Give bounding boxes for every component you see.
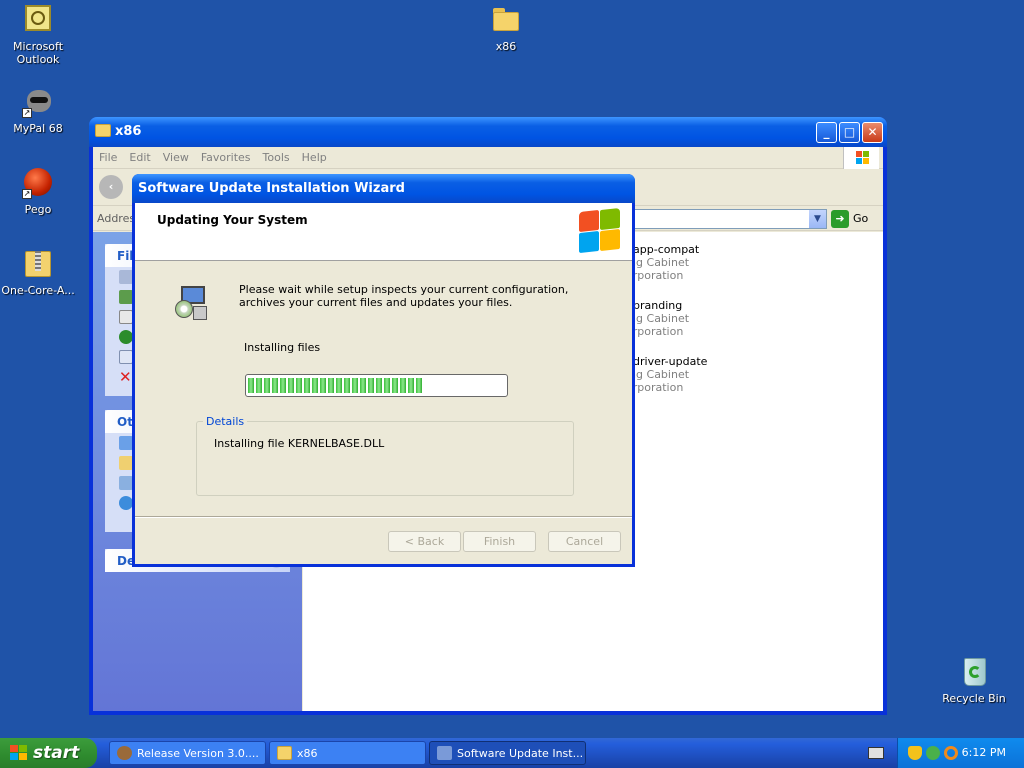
clock[interactable]: 6:12 PM [962,746,1006,759]
status-label: Installing files [244,341,321,354]
raccoon-icon [117,746,132,760]
raccoon-icon: ↗ [22,86,54,118]
desktop-icon-label: Pego [24,203,52,216]
desktop-icon-mypal[interactable]: ↗ MyPal 68 [0,86,78,135]
taskbar: start Release Version 3.0.... x86 Softwa… [0,738,1024,768]
taskbar-item-release[interactable]: Release Version 3.0.... [109,741,266,765]
file-name: i-app-compat [626,243,700,256]
file-type: ing Cabinet [626,256,690,269]
folder-icon [277,746,292,760]
desktop-icon-x86[interactable]: x86 [466,4,546,53]
keyboard-icon[interactable] [868,747,884,759]
pego-icon: ↗ [22,167,54,199]
windows-logo-icon [576,207,622,254]
file-company: orporation [626,325,684,338]
menu-help[interactable]: Help [296,147,333,164]
finish-button[interactable]: Finish [463,531,536,552]
setup-computer-icon [437,746,452,760]
file-name: i-branding [626,299,683,312]
wizard-description: Please wait while setup inspects your cu… [239,283,569,309]
taskbar-item-x86[interactable]: x86 [269,741,426,765]
list-item[interactable]: i-branding ing Cabinet orporation [626,299,689,338]
menu-favorites[interactable]: Favorites [195,147,257,164]
go-arrow-icon: ➜ [831,210,849,228]
chevron-down-icon[interactable]: ▼ [809,210,826,228]
wizard-heading: Updating Your System [157,213,308,227]
menu-view[interactable]: View [157,147,195,164]
wizard-titlebar[interactable]: Software Update Installation Wizard [132,174,635,203]
copy-icon [119,310,133,324]
network-icon [119,496,133,510]
minimize-button[interactable]: _ [816,122,837,143]
computer-icon [119,476,133,490]
move-icon [119,290,133,304]
recycle-bin-icon [958,656,990,688]
progress-fill [248,378,423,393]
explorer-titlebar[interactable]: x86 _ □ ✕ [89,117,887,147]
system-tray: 6:12 PM [897,738,1024,768]
file-name: i-driver-update [626,355,708,368]
email-icon [119,350,133,364]
folder-place-icon [119,436,133,450]
start-button[interactable]: start [0,738,97,768]
publish-icon [119,330,133,344]
desktop-icon-label: x86 [495,40,517,53]
desktop-icon-outlook[interactable]: Microsoft Outlook [0,4,78,66]
shield-icon[interactable] [908,746,922,760]
go-button[interactable]: ➜ Go [831,210,877,228]
desktop-icon-label: Microsoft Outlook [12,40,64,66]
menu-bar: File Edit View Favorites Tools Help [93,147,883,169]
documents-icon [119,456,133,470]
delete-icon: ✕ [119,368,132,386]
desktop-icon-pego[interactable]: ↗ Pego [0,167,78,216]
desktop-icon-label: One-Core-A... [1,284,75,297]
search-icon[interactable] [944,746,958,760]
go-label: Go [853,212,869,225]
taskbar-item-wizard[interactable]: Software Update Inst... [429,741,586,765]
menu-tools[interactable]: Tools [257,147,296,164]
back-arrow-icon[interactable]: ‹ [99,175,123,199]
windows-logo-icon [843,147,879,169]
task-label: Release Version 3.0.... [137,747,259,760]
file-company: orporation [626,381,684,394]
close-button[interactable]: ✕ [862,122,883,143]
menu-file[interactable]: File [93,147,123,164]
file-type: ing Cabinet [626,368,690,381]
address-label: Addres [97,212,136,225]
details-text: Installing file KERNELBASE.DLL [214,437,385,450]
install-progress-bar [245,374,508,397]
wizard-dialog: Software Update Installation Wizard Upda… [132,174,635,567]
desktop-icon-label: Recycle Bin [942,692,1006,705]
windows-logo-icon [10,745,28,761]
desktop-icon-label: MyPal 68 [13,122,63,135]
cancel-button[interactable]: Cancel [548,531,621,552]
update-icon[interactable] [926,746,940,760]
wizard-header: Updating Your System [135,203,632,261]
wizard-body: Updating Your System Please wait while s… [135,203,632,564]
list-item[interactable]: i-driver-update ing Cabinet orporation [626,355,707,394]
folder-task-icon [119,270,133,284]
wizard-title: Software Update Installation Wizard [138,181,405,196]
folder-icon [490,4,522,36]
task-label: x86 [297,747,318,760]
outlook-icon [22,4,54,36]
task-label: Software Update Inst... [457,747,584,760]
start-label: start [33,743,80,763]
divider [135,516,632,518]
details-groupbox [196,421,574,496]
menu-edit[interactable]: Edit [123,147,156,164]
file-company: orporation [626,269,684,282]
desktop-icon-one-core[interactable]: One-Core-A... [0,248,78,297]
desktop-icon-recycle-bin[interactable]: Recycle Bin [934,656,1014,705]
file-type: ing Cabinet [626,312,690,325]
setup-computer-icon [173,286,209,322]
details-legend: Details [203,415,248,428]
zip-folder-icon [22,248,54,280]
window-title: x86 [115,124,142,139]
list-item[interactable]: i-app-compat ing Cabinet orporation [626,243,699,282]
maximize-button[interactable]: □ [839,122,860,143]
folder-icon [95,124,111,137]
back-button[interactable]: < Back [388,531,461,552]
